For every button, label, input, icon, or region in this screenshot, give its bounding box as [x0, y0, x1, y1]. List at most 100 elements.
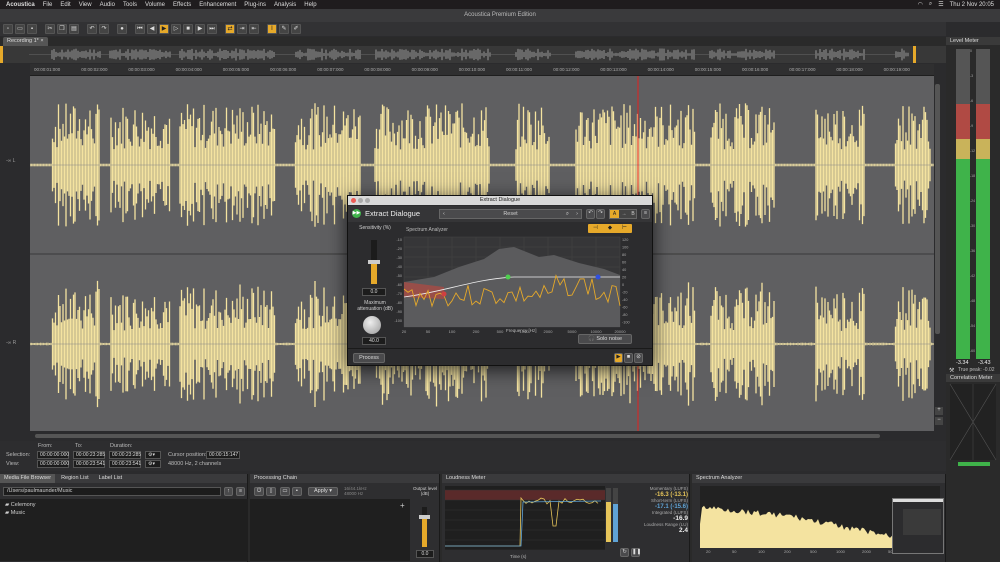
follow-button[interactable]: ⇥	[237, 24, 247, 34]
stop-button[interactable]: ■	[183, 24, 193, 34]
view-settings-button[interactable]: ⚙▾	[145, 460, 161, 468]
menu-tools[interactable]: Tools	[123, 2, 137, 8]
view-to-field[interactable]: 00:00:23:541	[73, 460, 105, 468]
apply-button[interactable]: Apply ▾	[308, 487, 338, 496]
menu-audio[interactable]: Audio	[100, 2, 115, 8]
new-file-button[interactable]: ▫	[3, 24, 13, 34]
spectrum-plot[interactable]: 20 50 100 200 500 1000 2000 5000 10000 20000-10-2…	[388, 234, 638, 342]
clock[interactable]: Thu 2 Nov 20:05	[950, 2, 994, 8]
selection-from-field[interactable]: 00:00:00:000	[37, 451, 69, 459]
max-attenuation-knob[interactable]	[363, 316, 381, 334]
vertical-scroll-thumb[interactable]	[935, 84, 940, 334]
menu-enhancement[interactable]: Enhancement	[199, 2, 236, 8]
list-item[interactable]: ▰ Celemony	[5, 502, 36, 508]
tab-media-browser[interactable]: Media File Browser	[0, 474, 56, 483]
menu-edit[interactable]: Edit	[60, 2, 70, 8]
selection-to-field[interactable]: 00:00:23:285	[73, 451, 105, 459]
power-icon[interactable]: ⏻	[254, 487, 264, 496]
paste-button[interactable]: ▤	[69, 24, 79, 34]
go-end-button[interactable]: ⏭	[207, 24, 217, 34]
lowshelf-icon[interactable]: ⊣	[593, 224, 598, 233]
menu-view[interactable]: View	[79, 2, 92, 8]
minimize-window-icon[interactable]	[358, 198, 363, 203]
list-item[interactable]: ▰ Music	[5, 510, 25, 516]
bypass-icon[interactable]: ⊘	[634, 353, 643, 363]
sensitivity-field[interactable]: 0.0	[362, 288, 386, 296]
brush-tool-button[interactable]: ✐	[291, 24, 301, 34]
save-button[interactable]: ▪	[27, 24, 37, 34]
close-window-icon[interactable]	[351, 198, 356, 203]
zoom-window-icon[interactable]	[365, 198, 370, 203]
pause-loudness-icon[interactable]: ❚❚	[631, 548, 641, 557]
play-selection-button[interactable]: ▷	[171, 24, 181, 34]
b-button[interactable]: B	[629, 210, 637, 218]
rewind-button[interactable]: ◀	[147, 24, 157, 34]
redo-button[interactable]: ↷	[99, 24, 109, 34]
copy-button[interactable]: ❐	[57, 24, 67, 34]
timeline-ruler[interactable]: 00:00:01:000 00:00:02:000 00:00:03:000 00:0…	[30, 64, 934, 76]
selection-settings-button[interactable]: ⚙▾	[145, 451, 161, 459]
vertical-scrollbar[interactable]: + −	[934, 64, 946, 431]
cursor-position-field[interactable]: 00:00:15:147	[206, 451, 240, 459]
add-plugin-icon[interactable]: +	[400, 501, 405, 510]
save-chain-icon[interactable]: ▪	[292, 487, 302, 496]
arrow-right-icon[interactable]: →	[620, 210, 628, 218]
scrub-button[interactable]: ⇤	[249, 24, 259, 34]
undo-icon[interactable]: ↶	[586, 209, 595, 219]
pencil-tool-button[interactable]: ✎	[279, 24, 289, 34]
view-from-field[interactable]: 00:00:00:000	[37, 460, 69, 468]
path-field[interactable]: /Users/paulmaunder/Music	[3, 487, 221, 496]
cut-button[interactable]: ✂	[45, 24, 55, 34]
select-tool-button[interactable]: I	[267, 24, 277, 34]
chevron-right-icon[interactable]: ›	[576, 210, 578, 218]
waveform-overview[interactable]	[0, 46, 946, 63]
output-slider-track[interactable]	[419, 507, 430, 547]
selection-duration-field[interactable]: 00:00:23:285	[109, 451, 141, 459]
play-button[interactable]: ▶	[159, 24, 169, 34]
chain-list[interactable]	[250, 499, 410, 561]
chevron-left-icon[interactable]: ‹	[443, 210, 445, 218]
solo-noise-button[interactable]: 🎧 Solo noise	[578, 334, 632, 344]
zoom-in-icon[interactable]: +	[935, 407, 943, 415]
search-icon[interactable]: ⌕	[929, 1, 932, 8]
preview-play-icon[interactable]: ▶	[614, 353, 623, 363]
menu-icon[interactable]: ≡	[236, 487, 245, 496]
menu-plugins[interactable]: Plug-ins	[244, 2, 266, 8]
ab-compare[interactable]: A → B	[609, 209, 637, 219]
up-folder-icon[interactable]: ↑	[224, 487, 233, 496]
menu-help[interactable]: Help	[304, 2, 316, 8]
tab-label-list[interactable]: Label List	[95, 474, 127, 483]
wifi-icon[interactable]: ◠	[918, 1, 923, 8]
menu-effects[interactable]: Effects	[173, 2, 191, 8]
menu-file[interactable]: File	[43, 2, 53, 8]
zoom-out-icon[interactable]: −	[935, 417, 943, 425]
close-icon[interactable]: ×	[40, 38, 43, 44]
menu-volume[interactable]: Volume	[145, 2, 165, 8]
tab-recording[interactable]: Recording 1* ×	[3, 37, 48, 46]
dialog-thumbnail[interactable]	[892, 498, 944, 554]
preview-stop-icon[interactable]: ■	[624, 353, 633, 363]
sensitivity-slider[interactable]	[368, 240, 380, 284]
search-icon[interactable]: ⌕	[566, 210, 569, 218]
record-button[interactable]: ●	[117, 24, 127, 34]
output-slider-thumb[interactable]	[419, 515, 430, 519]
menu-analysis[interactable]: Analysis	[274, 2, 296, 8]
horizontal-scroll-thumb[interactable]	[35, 434, 880, 438]
app-menu[interactable]: Acoustica	[6, 2, 35, 8]
power-icon[interactable]: ▶▶	[352, 209, 361, 218]
highshelf-icon[interactable]: ⊢	[622, 224, 627, 233]
preset-dropdown[interactable]: ‹ Reset ⌕ ›	[439, 209, 582, 219]
horizontal-scrollbar[interactable]	[30, 431, 934, 441]
max-attenuation-field[interactable]: 40.0	[362, 337, 386, 345]
go-start-button[interactable]: ⏮	[135, 24, 145, 34]
view-duration-field[interactable]: 00:00:23:541	[109, 460, 141, 468]
a-button[interactable]: A	[610, 210, 619, 218]
tab-region-list[interactable]: Region List	[57, 474, 93, 483]
control-center-icon[interactable]: ☰	[938, 1, 943, 8]
reset-loudness-icon[interactable]: ↻	[620, 548, 629, 557]
output-level-field[interactable]: 0.0	[416, 550, 434, 558]
sensitivity-slider-thumb[interactable]	[368, 260, 380, 264]
menu-icon[interactable]: ≡	[641, 209, 650, 219]
wrench-icon[interactable]: ⚒	[949, 367, 954, 374]
redo-icon[interactable]: ↷	[596, 209, 605, 219]
